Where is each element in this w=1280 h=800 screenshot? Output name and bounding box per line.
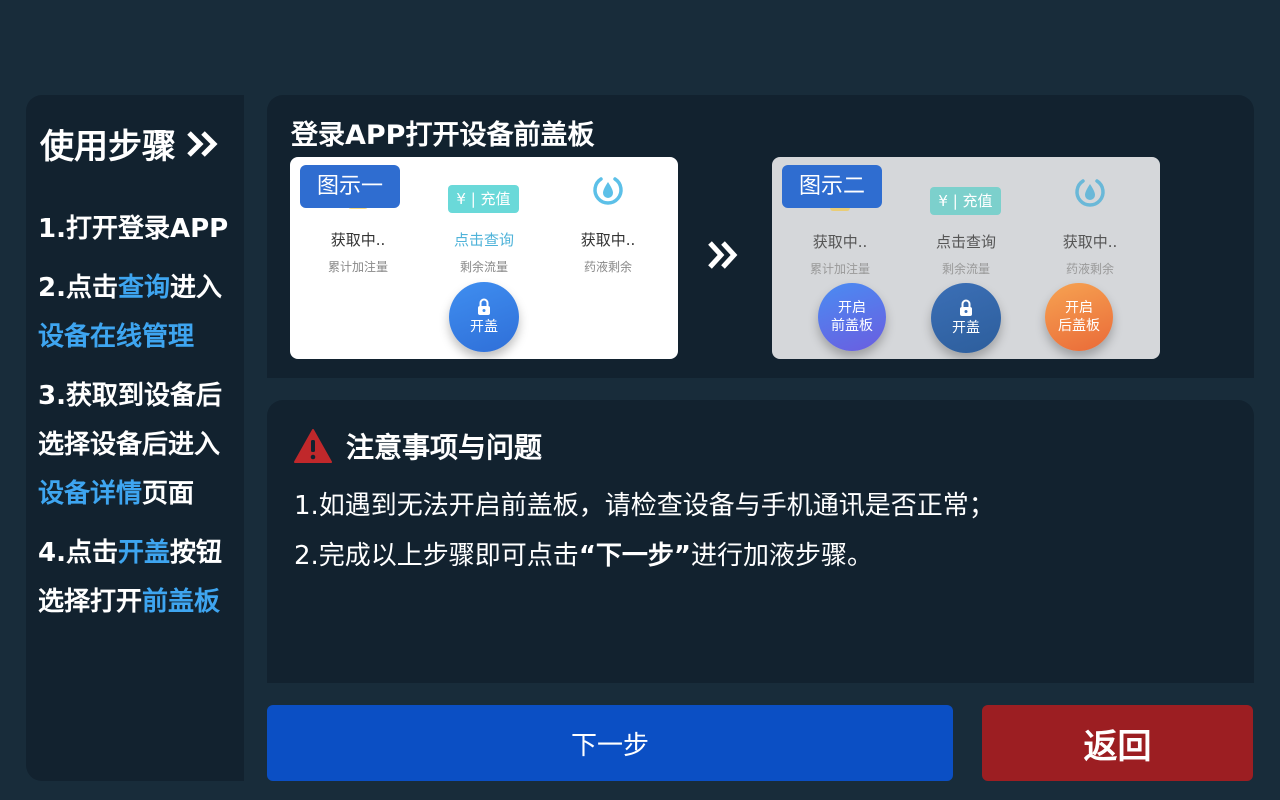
accumulated-label: 累计加注量 (327, 260, 388, 274)
step-line: 选择设备后进入 (38, 421, 222, 470)
step-line: 选择打开前盖板 (38, 578, 222, 627)
step-highlight: 前盖板 (142, 587, 221, 617)
step-line: 2.点击查询进入 (38, 264, 222, 313)
liquid-column: 获取中.. 药液剩余 (553, 229, 663, 275)
figure-one-badge: 图示一 (300, 165, 400, 208)
step-line: 3.获取到设备后 (38, 372, 222, 421)
step-highlight: 查询 (117, 273, 170, 303)
figure-one-card: 图示一 ¥ | 充值 获取中.. 累计加注量 点击查询 剩余流量 获取中.. 药… (290, 157, 678, 359)
step-highlight: 设备在线管理 (38, 322, 195, 352)
liquid-column: 获取中.. 药液剩余 (1035, 231, 1145, 277)
open-rear-cover-line1: 开启 (1065, 300, 1093, 316)
open-lid-label: 开盖 (470, 319, 498, 335)
accumulated-label: 累计加注量 (809, 262, 870, 276)
open-lid-button: 开盖 (931, 283, 1001, 353)
sidebar-title-text: 使用步骤 (40, 127, 176, 167)
flow-column: 点击查询 剩余流量 (911, 231, 1021, 277)
accumulated-value: 获取中.. (812, 233, 868, 251)
liquid-value: 获取中.. (580, 231, 636, 249)
next-step-button[interactable]: 下一步 (267, 705, 953, 781)
double-chevron-right-icon (708, 241, 738, 269)
lock-icon (478, 298, 490, 315)
step-1: 1.打开登录APP (38, 205, 228, 254)
accumulated-value: 获取中.. (330, 231, 386, 249)
step-text: 选择打开 (38, 587, 143, 617)
step-text: 进入 (169, 273, 222, 303)
liquid-value: 获取中.. (1062, 233, 1118, 251)
open-rear-cover-line2: 后盖板 (1058, 318, 1100, 334)
step-text: 选择设备后进入 (38, 430, 221, 460)
flow-label: 剩余流量 (459, 260, 508, 274)
accumulated-column: 获取中.. 累计加注量 (785, 231, 895, 277)
step-text: 1.打开登录APP (38, 214, 229, 244)
notes-header: 注意事项与问题 (294, 426, 542, 466)
query-link: 点击查询 (453, 231, 514, 249)
step-text: 按钮 (169, 538, 222, 568)
note-text: 2.完成以上步骤即可点击 (294, 541, 579, 571)
step-text: 页面 (142, 479, 195, 509)
query-link: 点击查询 (935, 233, 996, 251)
note-text: 进行加液步骤。 (691, 541, 874, 571)
open-lid-button: 开盖 (449, 282, 519, 352)
water-drop-icon (1075, 179, 1105, 207)
instruction-title: 登录APP打开设备前盖板 (291, 120, 595, 151)
note-quote: “ (578, 541, 596, 571)
note-line-1: 1.如遇到无法开启前盖板，请检查设备与手机通讯是否正常； (294, 491, 995, 521)
back-button[interactable]: 返回 (982, 705, 1253, 781)
instruction-panel: 登录APP打开设备前盖板 图示一 ¥ | 充值 获取中.. 累计加注量 点击查询… (267, 95, 1254, 378)
open-lid-label: 开盖 (952, 320, 980, 336)
recharge-button: ¥ | 充值 (930, 187, 1001, 215)
open-front-cover-line1: 开启 (838, 300, 866, 316)
step-2: 2.点击查询进入 设备在线管理 (38, 264, 222, 362)
warning-icon (294, 429, 332, 463)
step-text: 2.点击 (38, 273, 118, 303)
step-line: 设备详情页面 (38, 470, 222, 519)
step-3: 3.获取到设备后 选择设备后进入 设备详情页面 (38, 372, 222, 519)
step-highlight: 开盖 (117, 538, 170, 568)
accumulated-column: 获取中.. 累计加注量 (303, 229, 413, 275)
liquid-label: 药液剩余 (583, 260, 632, 274)
liquid-label: 药液剩余 (1065, 262, 1114, 276)
step-line: 4.点击开盖按钮 (38, 529, 222, 578)
step-text: 3.获取到设备后 (38, 381, 222, 411)
recharge-button: ¥ | 充值 (448, 185, 519, 213)
open-front-cover-line2: 前盖板 (831, 318, 873, 334)
lock-icon (960, 299, 972, 316)
figure-two-badge: 图示二 (782, 165, 882, 208)
steps-sidebar: 使用步骤 1.打开登录APP 2.点击查询进入 设备在线管理 3.获取到设备后 … (26, 95, 244, 781)
flow-column: 点击查询 剩余流量 (429, 229, 539, 275)
note-emphasis: 下一步 (595, 541, 674, 571)
open-front-cover-button: 开启 前盖板 (818, 283, 886, 351)
double-chevron-right-icon (187, 130, 218, 157)
step-line: 设备在线管理 (38, 313, 222, 362)
sidebar-title: 使用步骤 (40, 119, 220, 168)
step-4: 4.点击开盖按钮 选择打开前盖板 (38, 529, 222, 627)
notes-title: 注意事项与问题 (346, 431, 543, 464)
step-line: 1.打开登录APP (38, 205, 228, 254)
note-quote: ” (673, 541, 692, 571)
notes-panel: 注意事项与问题 1.如遇到无法开启前盖板，请检查设备与手机通讯是否正常； 2.完… (267, 400, 1254, 683)
open-rear-cover-button: 开启 后盖板 (1045, 283, 1113, 351)
step-highlight: 设备详情 (38, 479, 143, 509)
water-drop-icon (593, 177, 623, 205)
figure-two-card: 图示二 ¥ | 充值 获取中.. 累计加注量 点击查询 剩余流量 获取中.. 药… (772, 157, 1160, 359)
note-line-2: 2.完成以上步骤即可点击“下一步”进行加液步骤。 (294, 535, 873, 572)
flow-label: 剩余流量 (941, 262, 990, 276)
step-text: 4.点击 (38, 538, 118, 568)
